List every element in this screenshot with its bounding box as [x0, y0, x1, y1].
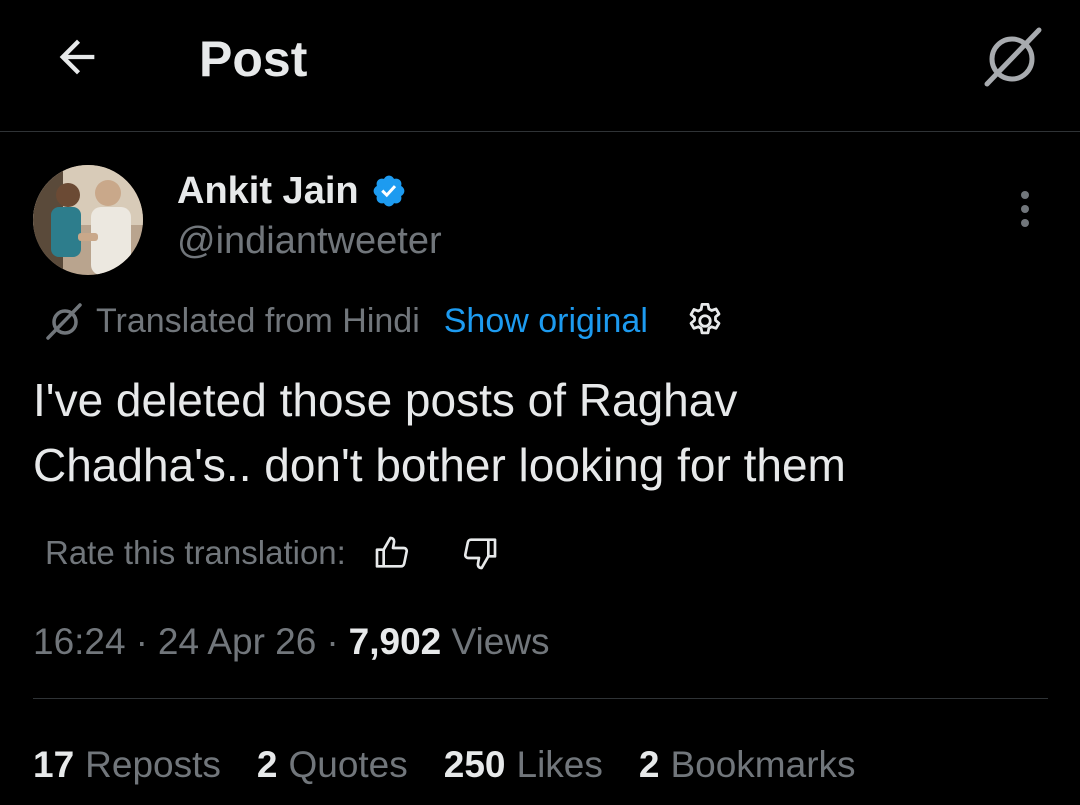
views-count: 7,902: [348, 621, 442, 662]
meta-separator: ·: [135, 621, 148, 662]
likes-stat[interactable]: 250 Likes: [444, 740, 603, 790]
author-avatar[interactable]: [33, 165, 143, 275]
author-handle[interactable]: @indiantweeter: [177, 218, 442, 264]
meta-separator: ·: [326, 621, 339, 662]
thumbs-up-icon[interactable]: [372, 533, 412, 573]
grok-icon: [984, 27, 1042, 87]
thumbs-down-icon[interactable]: [460, 533, 500, 573]
likes-label: Likes: [516, 744, 603, 785]
post-body: I've deleted those posts of Raghav Chadh…: [33, 368, 1033, 498]
quotes-stat[interactable]: 2 Quotes: [257, 740, 408, 790]
post-time: 16:24: [33, 621, 126, 662]
views-label: Views: [451, 621, 550, 662]
reposts-count: 17: [33, 744, 75, 785]
top-app-bar: Post: [0, 0, 1080, 132]
reposts-label: Reposts: [85, 744, 221, 785]
bookmarks-label: Bookmarks: [670, 744, 856, 785]
avatar-photo: [33, 165, 143, 275]
translation-bar: Translated from Hindi Show original: [44, 298, 726, 344]
verified-badge-icon: [373, 175, 404, 207]
translate-icon: [46, 303, 82, 340]
post-date: 24 Apr 26: [157, 621, 317, 662]
post-text-line: Chadha's.. don't bother looking for them: [33, 439, 846, 491]
bookmarks-count: 2: [638, 744, 660, 785]
rate-translation-bar: Rate this translation:: [45, 530, 500, 576]
arrow-left-icon: [59, 39, 95, 75]
quotes-count: 2: [256, 744, 278, 785]
back-button[interactable]: [48, 28, 106, 86]
engagement-stats: 17 Reposts 2 Quotes 250 Likes 2 Bookmark…: [33, 740, 892, 790]
rate-translation-label: Rate this translation:: [45, 534, 346, 571]
show-original-link[interactable]: Show original: [444, 298, 648, 344]
bookmarks-stat[interactable]: 2 Bookmarks: [639, 740, 856, 790]
likes-count: 250: [443, 744, 506, 785]
more-vertical-icon: [1021, 191, 1029, 227]
gear-icon[interactable]: [684, 300, 726, 342]
reposts-stat[interactable]: 17 Reposts: [33, 740, 221, 790]
grok-button[interactable]: [976, 24, 1048, 90]
quotes-label: Quotes: [288, 744, 408, 785]
post-meta: 16:24 · 24 Apr 26 · 7,902 Views: [33, 618, 550, 666]
translated-from-label: Translated from Hindi: [96, 302, 420, 340]
author-name[interactable]: Ankit Jain: [177, 168, 407, 214]
divider: [33, 698, 1048, 699]
post-text-line: I've deleted those posts of Raghav: [33, 374, 738, 426]
author-name-text: Ankit Jain: [177, 170, 359, 212]
page-title: Post: [199, 31, 308, 87]
more-options-button[interactable]: [1004, 186, 1046, 232]
